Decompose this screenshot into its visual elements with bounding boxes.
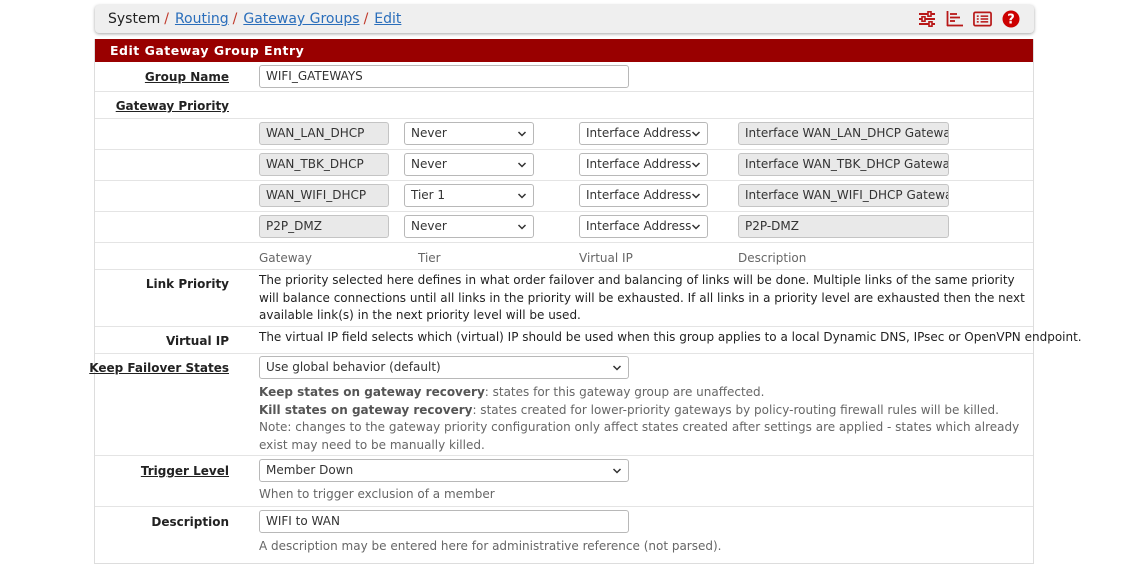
help-glyph: ? bbox=[1007, 12, 1015, 27]
chevron-down-icon bbox=[691, 224, 701, 230]
tier-select[interactable]: Never bbox=[404, 215, 534, 238]
gateway-description-field: Interface WAN_WIFI_DHCP Gateway bbox=[738, 184, 949, 207]
gateway-description-field: Interface WAN_TBK_DHCP Gateway bbox=[738, 153, 949, 176]
tier-select-value: Never bbox=[411, 157, 447, 171]
tier-select-value: Tier 1 bbox=[411, 188, 446, 202]
trigger-level-select-value: Member Down bbox=[266, 463, 354, 477]
list-icon[interactable] bbox=[973, 9, 992, 28]
chevron-down-icon bbox=[517, 224, 527, 230]
column-header-description: Description bbox=[738, 251, 807, 265]
group-name-row: Group Name WIFI_GATEWAYS bbox=[95, 62, 1033, 91]
trigger-level-select[interactable]: Member Down bbox=[259, 459, 629, 482]
group-name-input[interactable]: WIFI_GATEWAYS bbox=[259, 65, 629, 88]
virtual-ip-select-value: Interface Address bbox=[586, 219, 692, 233]
gateway-name-field: P2P_DMZ bbox=[259, 215, 389, 238]
description-help: A description may be entered here for ad… bbox=[259, 539, 722, 553]
gateway-columns-row: Gateway Tier Virtual IP Description bbox=[95, 242, 1033, 269]
edit-gateway-group-panel: Edit Gateway Group Entry Group Name WIFI… bbox=[89, 39, 1082, 564]
tier-select[interactable]: Never bbox=[404, 153, 534, 176]
chevron-down-icon bbox=[691, 193, 701, 199]
keep-failover-note: Note: changes to the gateway priority co… bbox=[259, 420, 1020, 452]
column-header-gateway: Gateway bbox=[259, 251, 313, 265]
chevron-down-icon bbox=[517, 131, 527, 137]
panel-title: Edit Gateway Group Entry bbox=[95, 39, 1033, 62]
tier-select[interactable]: Tier 1 bbox=[404, 184, 534, 207]
gateway-row: WAN_LAN_DHCP Never Interface Address Int… bbox=[95, 118, 1033, 149]
virtual-ip-select[interactable]: Interface Address bbox=[579, 184, 708, 207]
chevron-down-icon bbox=[612, 365, 622, 371]
column-header-tier: Tier bbox=[418, 251, 441, 265]
keep-failover-row: Keep Failover States Use global behavior… bbox=[89, 353, 1033, 455]
link-priority-text: The priority selected here defines in wh… bbox=[259, 273, 1025, 322]
sliders-icon[interactable] bbox=[917, 9, 936, 28]
trigger-level-label: Trigger Level bbox=[140, 464, 229, 478]
trigger-level-row: Trigger Level Member Down When to trigge… bbox=[95, 455, 1033, 506]
chevron-down-icon bbox=[691, 131, 701, 137]
column-header-virtual-ip: Virtual IP bbox=[579, 251, 633, 265]
gateway-name-field: WAN_WIFI_DHCP bbox=[259, 184, 389, 207]
link-priority-row: Link Priority The priority selected here… bbox=[95, 269, 1033, 326]
keep-failover-help: Keep states on gateway recovery: states … bbox=[259, 384, 1031, 454]
virtual-ip-text: The virtual IP field selects which (virt… bbox=[259, 330, 1082, 344]
keep-failover-select[interactable]: Use global behavior (default) bbox=[259, 356, 629, 379]
breadcrumb-link-routing[interactable]: Routing bbox=[175, 11, 229, 27]
virtual-ip-label: Virtual IP bbox=[165, 334, 229, 348]
chart-icon[interactable] bbox=[945, 9, 964, 28]
chevron-down-icon bbox=[612, 468, 622, 474]
gateway-priority-label: Gateway Priority bbox=[115, 99, 229, 113]
group-name-label: Group Name bbox=[144, 70, 229, 84]
keep-failover-help-keep: Keep states on gateway recovery: states … bbox=[259, 385, 765, 399]
link-priority-label: Link Priority bbox=[145, 277, 229, 291]
gateway-description-field: Interface WAN_LAN_DHCP Gateway bbox=[738, 122, 949, 145]
gateway-priority-row: Gateway Priority bbox=[95, 91, 1033, 118]
toolbar: ? bbox=[917, 9, 1020, 28]
gateway-name-field: WAN_TBK_DHCP bbox=[259, 153, 389, 176]
breadcrumb-separator: / bbox=[164, 11, 169, 27]
breadcrumb: System / Routing / Gateway Groups / Edit bbox=[95, 11, 401, 27]
gateway-description-field: P2P-DMZ bbox=[738, 215, 949, 238]
gateway-row: WAN_TBK_DHCP Never Interface Address Int… bbox=[95, 149, 1033, 180]
description-row: Description WIFI to WAN A description ma… bbox=[95, 506, 1033, 558]
breadcrumb-link-edit[interactable]: Edit bbox=[374, 11, 401, 27]
virtual-ip-row: Virtual IP The virtual IP field selects … bbox=[95, 326, 1082, 353]
breadcrumb-link-gateway-groups[interactable]: Gateway Groups bbox=[243, 11, 359, 27]
virtual-ip-select-value: Interface Address bbox=[586, 126, 692, 140]
tier-select[interactable]: Never bbox=[404, 122, 534, 145]
keep-failover-label: Keep Failover States bbox=[89, 361, 229, 375]
gateway-row: P2P_DMZ Never Interface Address P2P-DMZ bbox=[95, 211, 1033, 242]
breadcrumb-bar: System / Routing / Gateway Groups / Edit bbox=[95, 5, 1034, 33]
description-label: Description bbox=[151, 515, 229, 529]
breadcrumb-separator: / bbox=[232, 11, 238, 27]
virtual-ip-select[interactable]: Interface Address bbox=[579, 122, 708, 145]
keep-failover-select-value: Use global behavior (default) bbox=[266, 360, 441, 374]
virtual-ip-select-value: Interface Address bbox=[586, 157, 692, 171]
trigger-level-help: When to trigger exclusion of a member bbox=[259, 487, 495, 501]
tier-select-value: Never bbox=[411, 219, 447, 233]
tier-select-value: Never bbox=[411, 126, 447, 140]
chevron-down-icon bbox=[691, 162, 701, 168]
help-icon[interactable]: ? bbox=[1001, 9, 1020, 28]
chevron-down-icon bbox=[517, 193, 527, 199]
virtual-ip-select-value: Interface Address bbox=[586, 188, 692, 202]
breadcrumb-separator: / bbox=[363, 11, 369, 27]
virtual-ip-select[interactable]: Interface Address bbox=[579, 153, 708, 176]
description-input[interactable]: WIFI to WAN bbox=[259, 510, 629, 533]
chevron-down-icon bbox=[517, 162, 527, 168]
gateway-row: WAN_WIFI_DHCP Tier 1 Interface Address I… bbox=[95, 180, 1033, 211]
virtual-ip-select[interactable]: Interface Address bbox=[579, 215, 708, 238]
keep-failover-help-kill: Kill states on gateway recovery: states … bbox=[259, 402, 999, 417]
gateway-name-field: WAN_LAN_DHCP bbox=[259, 122, 389, 145]
breadcrumb-root: System bbox=[108, 11, 161, 27]
